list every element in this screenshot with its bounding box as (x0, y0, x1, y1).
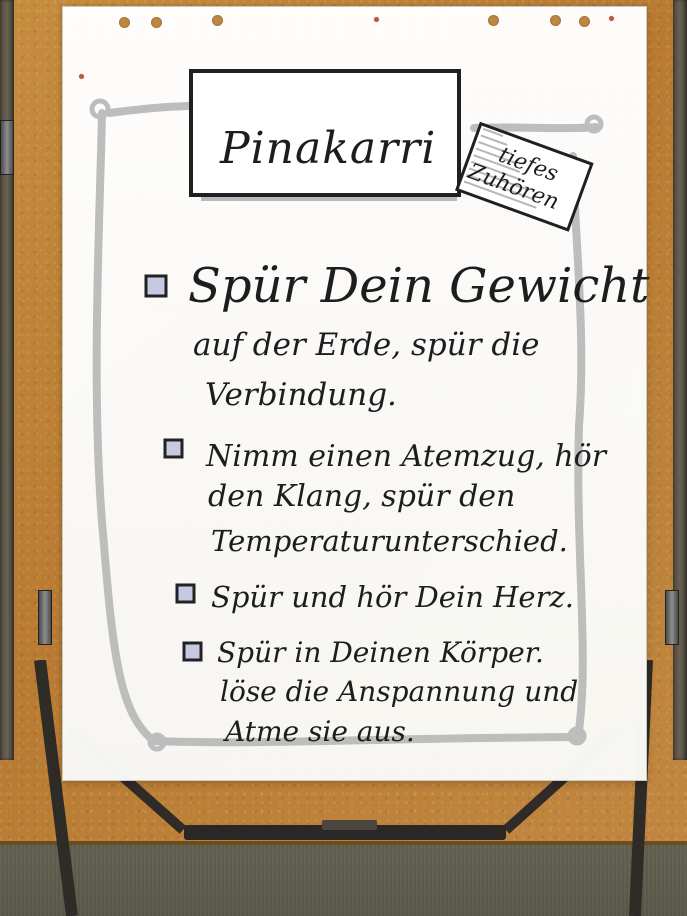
sticker-text-group: tiefes Zuhören (464, 143, 562, 215)
item-2-line-2: den Klang, spür den (208, 479, 515, 514)
item-1-line-2: auf der Erde, spür die (193, 327, 539, 363)
item-4-line-1: Spür in Deinen Körper. (217, 636, 544, 669)
handwritten-text-layer: Pinakarri tiefes Zuhören Spür Dein Gewic… (188, 123, 650, 748)
item-3-line-1: Spür und hör Dein Herz. (211, 580, 574, 614)
item-4-line-3: Atme sie aus. (222, 715, 415, 748)
item-2-line-1: Nimm einen Atemzug, hör (205, 439, 608, 474)
item-2-line-3: Temperaturunterschied. (211, 524, 568, 558)
item-1-line-1: Spür Dein Gewicht (188, 258, 650, 314)
flipchart-scene: Pinakarri tiefes Zuhören Spür Dein Gewic… (0, 0, 687, 916)
page-title: Pinakarri (219, 123, 436, 174)
item-4-line-2: löse die Anspannung und (220, 675, 578, 708)
item-1-line-3: Verbindung. (205, 377, 397, 413)
